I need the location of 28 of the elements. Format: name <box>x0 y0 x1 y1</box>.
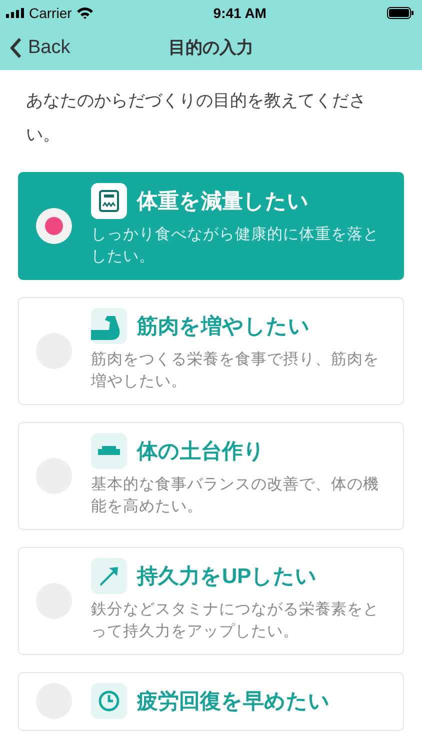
back-button[interactable]: Back <box>0 36 70 58</box>
goal-option-card[interactable]: 筋肉を増やしたい 筋肉をつくる栄養を食事で摂り、筋肉を増やしたい。 <box>18 297 404 405</box>
option-title: 疲労回復を早めたい <box>137 689 330 715</box>
back-chevron-icon <box>10 38 22 58</box>
screen-title: 目的の入力 <box>168 37 254 59</box>
intro-text: あなたのからだづくりの目的を教えてください。 <box>25 90 367 146</box>
battery-icon <box>386 6 414 18</box>
option-title: 体の土台作り <box>137 439 265 465</box>
flexed-arm-icon <box>91 308 127 344</box>
option-description: 鉄分などスタミナにつながる栄養素をとって持久力をアップしたい。 <box>91 600 380 642</box>
wifi-icon <box>76 6 93 18</box>
signal-icon <box>6 8 24 18</box>
option-description: 筋肉をつくる栄養を食事で摂り、筋肉を増やしたい。 <box>91 350 380 392</box>
option-title: 体重を減量したい <box>137 189 309 215</box>
option-title: 筋肉を増やしたい <box>137 314 310 340</box>
option-description: しっかり食べながら健康的に体重を落としたい。 <box>91 225 380 267</box>
goal-option-card[interactable]: 体重を減量したい しっかり食べながら健康的に体重を落としたい。 <box>18 172 404 280</box>
goal-option-card[interactable]: 疲労回復を早めたい <box>18 672 404 731</box>
status-time: 9:41 AM <box>213 4 266 20</box>
platform-icon <box>91 433 127 469</box>
radio-button[interactable] <box>36 208 72 244</box>
clock-icon <box>91 683 127 719</box>
carrier-label: Carrier <box>29 4 72 20</box>
option-description: 基本的な食事バランスの改善で、体の機能を高めたい。 <box>91 474 380 517</box>
scale-icon <box>91 183 127 219</box>
option-title: 持久力をUPしたい <box>137 564 318 590</box>
goal-option-card[interactable]: 体の土台作り 基本的な食事バランスの改善で、体の機能を高めたい。 <box>18 422 404 530</box>
goal-option-card[interactable]: 持久力をUPしたい 鉄分などスタミナにつながる栄養素をとって持久力をアップしたい。 <box>18 547 404 655</box>
